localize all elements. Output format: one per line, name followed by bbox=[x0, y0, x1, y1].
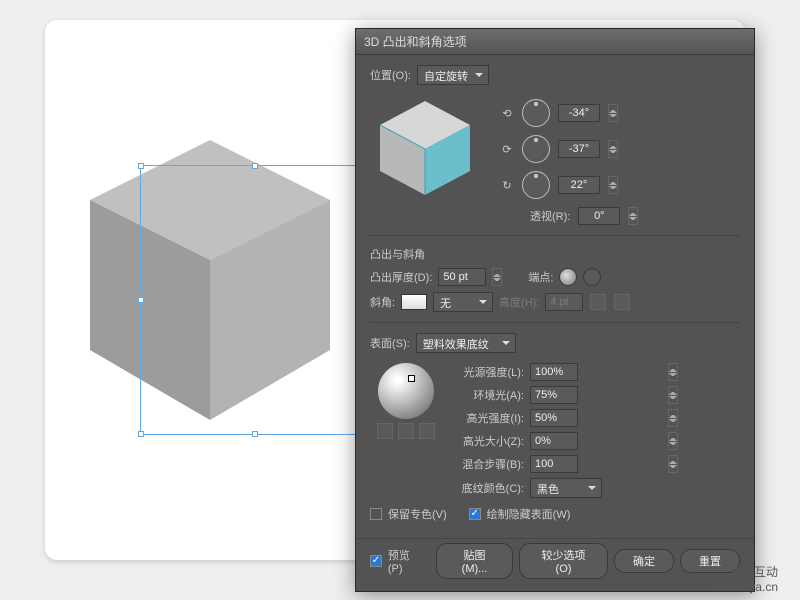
highlight-size-stepper[interactable] bbox=[668, 432, 678, 450]
light-sphere[interactable] bbox=[378, 363, 434, 419]
position-select[interactable]: 自定旋转 bbox=[417, 65, 489, 85]
light-delete-icon[interactable] bbox=[419, 423, 435, 439]
highlight-intensity-label: 高光强度(I): bbox=[452, 410, 524, 426]
fewer-options-button[interactable]: 较少选项(O) bbox=[519, 543, 608, 579]
light-intensity-input[interactable]: 100% bbox=[530, 363, 578, 381]
rot-x-dial[interactable] bbox=[522, 99, 550, 127]
rot-x-stepper[interactable] bbox=[608, 104, 618, 122]
rot-y-stepper[interactable] bbox=[608, 140, 618, 158]
draw-hidden-label: 绘制隐藏表面(W) bbox=[487, 506, 571, 522]
ambient-input[interactable]: 75% bbox=[530, 386, 578, 404]
rotation-trackball[interactable] bbox=[370, 93, 480, 203]
highlight-intensity-stepper[interactable] bbox=[668, 409, 678, 427]
surface-select[interactable]: 塑料效果底纹 bbox=[416, 333, 516, 353]
light-intensity-label: 光源强度(L): bbox=[452, 364, 524, 380]
light-back-icon[interactable] bbox=[377, 423, 393, 439]
bevel-height-input: 4 pt bbox=[545, 293, 583, 311]
rot-x-input[interactable]: -34° bbox=[558, 104, 600, 122]
resize-handle-tl[interactable] bbox=[138, 163, 144, 169]
preserve-spot-checkbox[interactable] bbox=[370, 508, 382, 520]
cap-hollow-toggle[interactable] bbox=[583, 268, 601, 286]
perspective-stepper[interactable] bbox=[628, 207, 638, 225]
ambient-stepper[interactable] bbox=[668, 386, 678, 404]
light-new-icon[interactable] bbox=[398, 423, 414, 439]
rot-y-icon: ⟳ bbox=[500, 143, 514, 156]
bevel-in-icon[interactable] bbox=[590, 294, 606, 310]
resize-handle-bm[interactable] bbox=[252, 431, 258, 437]
extrude-section-label: 凸出与斜角 bbox=[370, 246, 740, 262]
light-intensity-stepper[interactable] bbox=[668, 363, 678, 381]
bevel-height-label: 高度(H): bbox=[499, 294, 539, 310]
highlight-size-label: 高光大小(Z): bbox=[452, 433, 524, 449]
preserve-spot-label: 保留专色(V) bbox=[388, 506, 447, 522]
blend-steps-label: 混合步骤(B): bbox=[452, 456, 524, 472]
preview-checkbox[interactable] bbox=[370, 555, 382, 567]
shade-color-label: 底纹颜色(C): bbox=[452, 480, 524, 496]
draw-hidden-checkbox[interactable] bbox=[469, 508, 481, 520]
rot-z-input[interactable]: 22° bbox=[558, 176, 600, 194]
ok-button[interactable]: 确定 bbox=[614, 549, 674, 573]
bevel-swatch bbox=[401, 294, 427, 310]
bevel-select[interactable]: 无 bbox=[433, 292, 493, 312]
perspective-label: 透视(R): bbox=[530, 208, 570, 224]
highlight-intensity-input[interactable]: 50% bbox=[530, 409, 578, 427]
rot-z-icon: ↻ bbox=[500, 179, 514, 192]
map-art-button[interactable]: 贴图(M)... bbox=[436, 543, 513, 579]
blend-steps-stepper[interactable] bbox=[668, 455, 678, 473]
depth-stepper[interactable] bbox=[492, 268, 502, 286]
shade-color-select[interactable]: 黑色 bbox=[530, 478, 602, 498]
preview-label: 预览(P) bbox=[388, 547, 424, 575]
watermark-brand: 思洋互动 bbox=[712, 565, 778, 579]
cap-label: 端点: bbox=[528, 269, 553, 285]
highlight-size-input[interactable]: 0% bbox=[530, 432, 578, 450]
dialog-3d-extrude-bevel: 3D 凸出和斜角选项 位置(O): 自定旋转 ⟲ -34° bbox=[355, 28, 755, 592]
rot-z-stepper[interactable] bbox=[608, 176, 618, 194]
position-label: 位置(O): bbox=[370, 67, 411, 83]
rot-z-dial[interactable] bbox=[522, 171, 550, 199]
resize-handle-tm[interactable] bbox=[252, 163, 258, 169]
depth-input[interactable]: 50 pt bbox=[438, 268, 486, 286]
ambient-label: 环境光(A): bbox=[452, 387, 524, 403]
depth-label: 凸出厚度(D): bbox=[370, 269, 432, 285]
bevel-out-icon[interactable] bbox=[614, 294, 630, 310]
selection-bounding-box[interactable] bbox=[140, 165, 370, 435]
surface-label: 表面(S): bbox=[370, 335, 410, 351]
cap-solid-toggle[interactable] bbox=[559, 268, 577, 286]
rot-y-dial[interactable] bbox=[522, 135, 550, 163]
watermark-url: www.ciya.cn bbox=[712, 580, 778, 594]
rot-y-input[interactable]: -37° bbox=[558, 140, 600, 158]
perspective-input[interactable]: 0° bbox=[578, 207, 620, 225]
watermark: 思洋互动 www.ciya.cn bbox=[712, 565, 778, 594]
rot-x-icon: ⟲ bbox=[500, 107, 514, 120]
resize-handle-ml[interactable] bbox=[138, 297, 144, 303]
blend-steps-input[interactable]: 100 bbox=[530, 455, 578, 473]
bevel-label: 斜角: bbox=[370, 294, 395, 310]
resize-handle-bl[interactable] bbox=[138, 431, 144, 437]
dialog-title: 3D 凸出和斜角选项 bbox=[356, 29, 754, 55]
light-point[interactable] bbox=[408, 375, 415, 382]
